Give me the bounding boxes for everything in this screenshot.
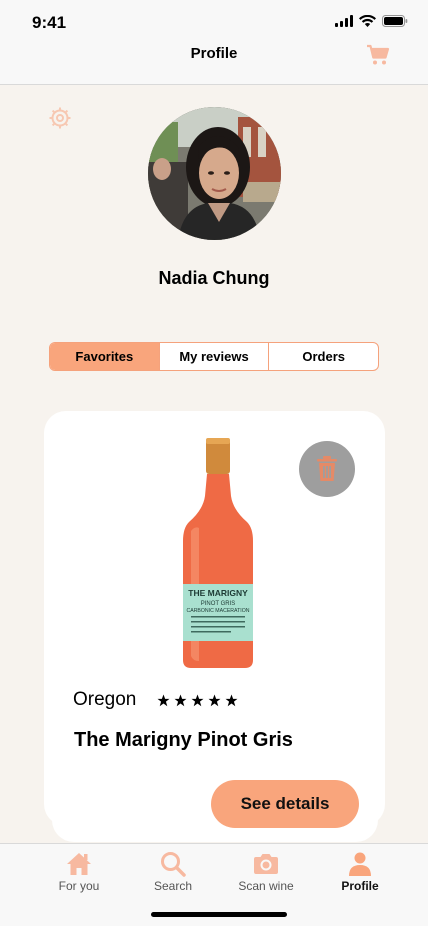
- settings-gear-icon[interactable]: [48, 106, 72, 130]
- home-icon: [67, 853, 91, 875]
- wine-bottle-image: THE MARIGNY PINOT GRIS CARBONIC MACERATI…: [183, 438, 253, 668]
- tab-orders[interactable]: Orders: [268, 343, 378, 370]
- tab-for-you[interactable]: For you: [32, 850, 126, 893]
- battery-icon: [382, 15, 408, 27]
- delete-favorite-button[interactable]: [299, 441, 355, 497]
- page-title: Profile: [190, 45, 238, 62]
- favorite-wine-card[interactable]: THE MARIGNY PINOT GRIS CARBONIC MACERATI…: [44, 411, 385, 828]
- star-icon: [225, 694, 238, 707]
- tab-my-reviews[interactable]: My reviews: [158, 343, 269, 370]
- tab-scan-wine[interactable]: Scan wine: [219, 850, 313, 893]
- tab-search[interactable]: Search: [126, 850, 220, 893]
- star-icon: [157, 694, 170, 707]
- home-indicator: [151, 912, 287, 917]
- star-icon: [191, 694, 204, 707]
- bottle-label-line3: CARBONIC MACERATION: [186, 608, 249, 614]
- star-icon: [208, 694, 221, 707]
- star-icon: [174, 694, 187, 707]
- person-icon: [349, 852, 371, 876]
- profile-segmented-control: Favorites My reviews Orders: [49, 342, 379, 371]
- trash-icon: [317, 456, 337, 481]
- search-icon: [161, 852, 186, 877]
- tab-label-search: Search: [153, 879, 193, 893]
- wine-name: The Marigny Pinot Gris: [74, 729, 293, 751]
- tab-favorites[interactable]: Favorites: [50, 343, 159, 370]
- status-time: 9:41: [32, 13, 67, 32]
- profile-name: Nadia Chung: [158, 268, 270, 288]
- rating-stars: [157, 694, 238, 707]
- wifi-icon: [359, 15, 376, 27]
- wine-region: Oregon: [73, 689, 137, 710]
- signal-icon: [335, 15, 353, 27]
- bottle-label-line1: THE MARIGNY: [188, 588, 248, 598]
- cart-icon[interactable]: [366, 43, 390, 67]
- camera-icon: [254, 854, 278, 874]
- tab-profile[interactable]: Profile: [313, 850, 407, 893]
- tab-label-for-you: For you: [58, 879, 100, 893]
- tab-label-profile: Profile: [341, 879, 379, 893]
- status-icons: [335, 15, 408, 27]
- bottle-label-line2: PINOT GRIS: [201, 601, 236, 607]
- tab-label-scan-wine: Scan wine: [238, 879, 294, 893]
- see-details-button[interactable]: See details: [211, 780, 359, 828]
- avatar[interactable]: [148, 107, 281, 240]
- avatar-photo: [148, 107, 281, 240]
- status-bar: 9:41: [0, 0, 428, 44]
- nav-bar: Profile: [0, 44, 428, 85]
